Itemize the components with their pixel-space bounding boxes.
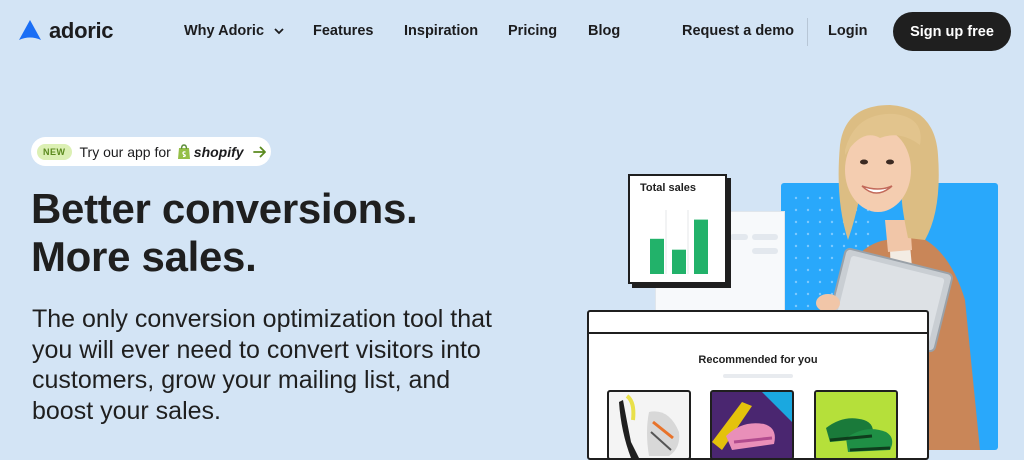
new-badge: NEW <box>37 143 72 160</box>
signup-button[interactable]: Sign up free <box>893 12 1011 51</box>
hero-headline-line-1: Better conversions. <box>31 185 418 232</box>
top-nav: adoric Why Adoric Features Inspiration P… <box>0 0 1024 64</box>
hero-subtext: The only conversion optimization tool th… <box>32 305 492 425</box>
promo-text: Try our app for <box>79 143 171 160</box>
nav-why-adoric-label: Why Adoric <box>184 23 265 39</box>
total-sales-chart <box>650 210 708 274</box>
hero-headline: Better conversions. More sales. <box>31 185 418 281</box>
sales-bar <box>650 238 664 274</box>
nav-blog[interactable]: Blog <box>588 23 620 39</box>
placeholder-line <box>752 248 778 254</box>
sneaker-image <box>816 392 896 458</box>
recommended-products-widget: Recommended for you <box>587 310 929 460</box>
nav-request-demo[interactable]: Request a demo <box>682 23 794 39</box>
arrow-right-icon <box>252 146 266 157</box>
total-sales-card: Total sales <box>628 174 727 284</box>
nav-inspiration[interactable]: Inspiration <box>404 23 478 39</box>
recommended-title: Recommended for you <box>698 354 818 366</box>
nav-divider <box>807 18 808 46</box>
nav-pricing[interactable]: Pricing <box>508 23 557 39</box>
sneaker-image <box>619 394 680 458</box>
sales-bar <box>694 219 708 274</box>
nav-why-adoric[interactable]: Why Adoric <box>184 23 284 39</box>
shopify-promo-link[interactable]: NEW Try our app for shopify <box>31 137 271 166</box>
sneaker-image <box>712 392 792 458</box>
shopify-wordmark: shopify <box>193 143 244 160</box>
hero-headline-line-2: More sales. <box>31 233 257 280</box>
logo-wordmark: adoric <box>49 18 114 43</box>
nav-login[interactable]: Login <box>828 23 867 39</box>
adoric-logo-icon <box>19 20 41 40</box>
nav-features[interactable]: Features <box>313 23 373 39</box>
chevron-down-icon <box>274 28 284 35</box>
adoric-logo[interactable]: adoric <box>17 18 114 44</box>
widget-header-bar <box>589 312 927 334</box>
shopify-logo: shopify <box>177 144 244 160</box>
placeholder-line <box>752 234 778 240</box>
sales-bar <box>672 249 686 274</box>
placeholder-line <box>730 234 748 240</box>
placeholder-line <box>723 374 793 378</box>
shopify-bag-icon <box>177 143 190 159</box>
